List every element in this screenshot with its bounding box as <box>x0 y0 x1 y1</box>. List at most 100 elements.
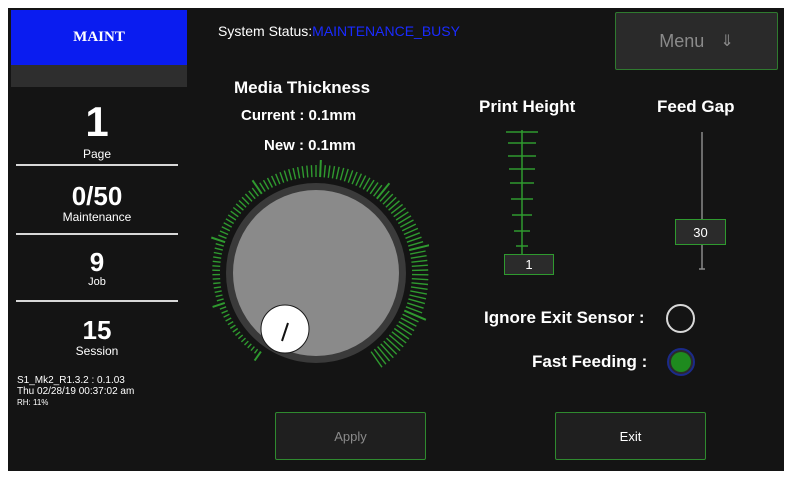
dial-tick <box>237 334 244 340</box>
dial-tick <box>380 343 394 359</box>
dial-tick <box>221 309 228 314</box>
dial-tick <box>306 165 309 178</box>
dial-face[interactable] <box>233 190 399 356</box>
dial-tick <box>266 177 274 188</box>
media-current: Current : 0.1mm <box>241 107 357 124</box>
dial-tick <box>227 320 234 326</box>
maintenance-screen: MAINT 1 Page 0/50 Maintenance 9 Job 15 S… <box>8 8 784 471</box>
stat-session: 15 Session <box>8 317 186 358</box>
dial-tick <box>323 165 326 178</box>
dial-tick <box>351 171 358 185</box>
stat-page-label: Page <box>82 147 112 161</box>
stat-maintenance-value: 0/50 <box>71 181 123 211</box>
arrow-down-icon: ⇓ <box>720 33 734 50</box>
dial-tick <box>235 203 244 211</box>
dial-tick <box>229 324 236 329</box>
dial-tick <box>398 320 415 332</box>
dial-tick <box>310 165 313 178</box>
ignore-exit-sensor-toggle[interactable] <box>666 304 695 333</box>
dial-tick <box>214 290 222 293</box>
system-info: S1_Mk2_R1.3.2 : 0.1.03 Thu 02/28/19 00:3… <box>17 375 134 408</box>
dial-tick <box>383 340 398 355</box>
dial-tick <box>319 160 322 178</box>
dial-tick <box>347 170 354 183</box>
dial-tick <box>251 179 263 195</box>
dial-tick <box>409 294 427 300</box>
print-height-value[interactable]: 1 <box>504 254 554 275</box>
dial-tick <box>403 309 427 321</box>
divider <box>16 233 178 235</box>
mode-strip <box>11 65 187 87</box>
dial-tick <box>292 167 297 180</box>
datetime: Thu 02/28/19 00:37:02 am <box>17 386 135 397</box>
dial-tick <box>248 190 256 200</box>
dial-tick <box>253 348 259 354</box>
divider <box>16 164 178 166</box>
stat-page-value: 1 <box>85 98 109 145</box>
dial-tick <box>210 236 226 244</box>
dial-tick <box>243 340 249 346</box>
dial-tick <box>213 256 222 259</box>
fast-feeding-toggle[interactable] <box>667 348 695 376</box>
print-height-scale[interactable] <box>500 126 545 266</box>
dial-tick <box>213 286 222 289</box>
dial-tick <box>238 199 247 208</box>
dial-handle[interactable] <box>260 304 310 354</box>
stat-job-value: 9 <box>89 247 105 277</box>
dial-tick <box>373 348 387 365</box>
system-status: System Status:MAINTENANCE_BUSY <box>218 23 460 39</box>
thickness-dial[interactable] <box>203 160 429 386</box>
dial-tick <box>215 243 224 247</box>
menu-button[interactable]: Menu ⇓ <box>615 12 778 70</box>
menu-label: Menu <box>659 30 705 51</box>
dial-tick <box>406 236 422 243</box>
feed-gap-track[interactable] <box>694 128 710 273</box>
stat-job: 9 Job <box>8 249 186 288</box>
toggle-on-indicator <box>671 352 691 372</box>
dial-tick <box>410 290 428 295</box>
dial-tick <box>408 298 426 305</box>
firmware-version: S1_Mk2_R1.3.2 : 0.1.03 <box>17 375 125 386</box>
apply-button[interactable]: Apply <box>275 412 426 460</box>
media-thickness-title: Media Thickness <box>234 78 371 97</box>
dial-tick <box>235 331 241 336</box>
dial-tick <box>411 259 428 263</box>
stat-session-value: 15 <box>82 315 112 345</box>
dial-tick <box>406 302 424 309</box>
dial-tick <box>225 218 235 225</box>
dial-tick <box>410 255 427 259</box>
stat-session-label: Session <box>75 344 119 358</box>
dial-tick <box>339 167 345 181</box>
dial-tick <box>288 169 293 181</box>
dial-tick <box>232 206 242 214</box>
exit-button[interactable]: Exit <box>555 412 706 460</box>
dial-tick <box>279 171 285 183</box>
dial-tick <box>327 165 331 178</box>
dial-tick <box>377 346 391 362</box>
dial-tick <box>270 175 277 186</box>
dial-tick <box>409 250 426 255</box>
stat-page: 1 Page <box>8 98 186 162</box>
dial-tick <box>230 210 239 218</box>
dial-tick <box>219 230 229 236</box>
dial-tick <box>250 346 255 352</box>
dial-tick <box>411 282 429 286</box>
media-new: New : 0.1mm <box>264 137 356 154</box>
dial-tick <box>244 193 253 202</box>
dial-tick <box>221 226 231 232</box>
dial-tick <box>408 244 429 252</box>
dial-tick <box>240 337 246 343</box>
dial-tick <box>213 251 223 255</box>
dial-tick <box>213 282 221 285</box>
dial-tick <box>396 324 413 336</box>
dial-tick <box>212 260 221 263</box>
status-label: System Status: <box>218 23 313 39</box>
dial-tick <box>343 168 349 182</box>
dial-tick <box>410 286 428 290</box>
dial-tick <box>393 327 410 340</box>
dial-tick <box>391 331 407 344</box>
dial-tick <box>335 166 340 180</box>
feed-gap-value[interactable]: 30 <box>675 219 726 245</box>
dial-tick <box>370 351 383 368</box>
dial-tick <box>331 165 336 179</box>
